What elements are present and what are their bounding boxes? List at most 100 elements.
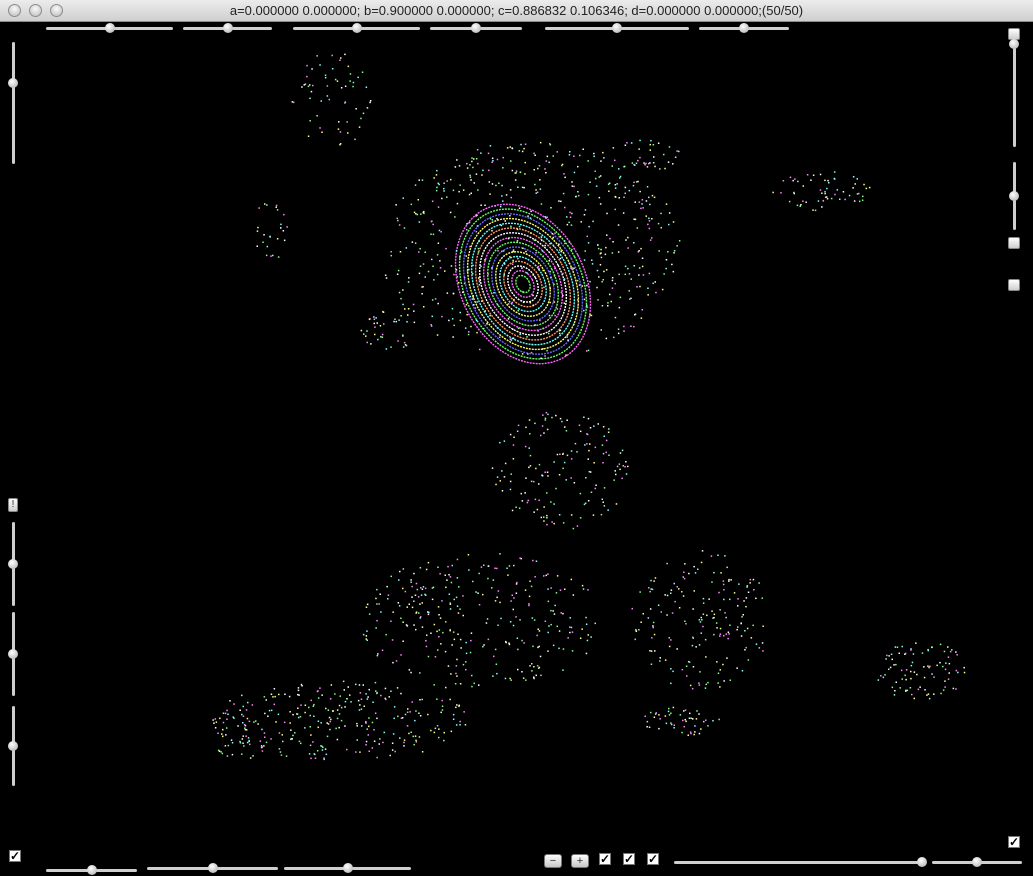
orbit-point (601, 305, 604, 307)
orbit-point (556, 575, 559, 577)
orbit-point (565, 354, 567, 356)
orbit-point (237, 725, 239, 727)
orbit-point (247, 737, 250, 739)
bottom-slider-3[interactable] (284, 862, 411, 874)
orbit-point (548, 625, 550, 627)
orbit-point (558, 235, 561, 238)
orbit-point (303, 84, 305, 86)
right-square-button-3[interactable] (1008, 279, 1020, 291)
orbit-point (799, 205, 801, 207)
orbit-point (780, 192, 782, 194)
orbit-point (451, 318, 454, 320)
orbit-point (339, 131, 342, 133)
orbit-point (310, 757, 312, 760)
orbit-point (577, 191, 579, 193)
top-slider-6[interactable] (699, 22, 789, 34)
orbit-point (672, 221, 675, 223)
orbit-point (410, 731, 412, 733)
bottom-slider-1[interactable] (46, 864, 137, 876)
orbit-point (465, 668, 467, 671)
orbit-point (316, 115, 318, 117)
orbit-point (531, 343, 533, 346)
orbit-point (602, 501, 604, 503)
orbit-point (458, 704, 460, 707)
orbit-point (396, 217, 398, 220)
left-slider-3[interactable] (7, 612, 19, 696)
left-slider-1[interactable] (7, 42, 19, 164)
orbit-point (309, 744, 312, 747)
orbit-point (445, 686, 447, 689)
orbit-point (570, 458, 573, 460)
orbit-point (723, 680, 725, 682)
orbit-point (462, 614, 464, 617)
top-slider-1[interactable] (46, 22, 173, 34)
right-slider-2[interactable] (1008, 162, 1020, 230)
orbit-point (382, 741, 384, 744)
orbit-point (373, 318, 376, 320)
orbit-point (612, 241, 614, 243)
left-slider-4[interactable] (7, 706, 19, 786)
orbit-point (826, 187, 828, 190)
orbit-point (561, 420, 563, 423)
left-slider-2[interactable] (7, 522, 19, 606)
orbit-point (427, 270, 430, 273)
top-slider-2[interactable] (183, 22, 272, 34)
top-slider-5[interactable] (545, 22, 689, 34)
bottom-slider-2[interactable] (147, 862, 278, 874)
orbit-point (424, 251, 426, 253)
orbit-point (586, 304, 588, 307)
orbit-point (683, 710, 685, 712)
orbit-point (331, 68, 334, 70)
orbit-point (630, 142, 633, 144)
orbit-point (608, 182, 611, 184)
orbit-point (939, 643, 942, 646)
checkbox-1[interactable]: ✓ (599, 853, 611, 865)
orbit-point (933, 676, 935, 678)
orbit-point (647, 294, 649, 296)
minus-button[interactable]: − (544, 854, 562, 868)
orbit-point (611, 287, 614, 289)
orbit-point (317, 690, 319, 692)
orbit-point (555, 414, 557, 417)
orbit-point (627, 465, 629, 468)
orbit-point (839, 198, 841, 200)
right-slider-1[interactable] (1008, 39, 1020, 147)
orbit-point (415, 741, 418, 743)
checkbox-2[interactable]: ✓ (623, 853, 635, 865)
orbit-point (533, 511, 535, 513)
orbit-point (685, 720, 687, 723)
orbit-point (227, 713, 229, 715)
orbit-point (328, 716, 331, 719)
orbit-point (562, 669, 564, 671)
checkbox-bottom-right[interactable]: ✓ (1008, 836, 1020, 848)
orbit-point (492, 159, 494, 162)
top-slider-4[interactable] (430, 22, 522, 34)
orbit-point (610, 300, 612, 303)
orbit-point (607, 305, 609, 307)
top-slider-3[interactable] (293, 22, 420, 34)
checkbox-3[interactable]: ✓ (647, 853, 659, 865)
plot-canvas[interactable] (0, 22, 1033, 874)
orbit-point (856, 178, 858, 180)
orbit-point (398, 224, 401, 226)
orbit-point (414, 184, 417, 186)
orbit-point (414, 735, 417, 737)
orbit-point (683, 571, 685, 573)
orbit-point (926, 694, 928, 696)
orbit-point (618, 197, 620, 199)
orbit-point (624, 466, 626, 468)
orbit-point (400, 692, 402, 695)
right-square-button-2[interactable] (1008, 237, 1020, 249)
exclaim-button[interactable]: ! (8, 498, 18, 512)
orbit-point (682, 595, 685, 597)
orbit-point (385, 633, 387, 636)
orbit-point (283, 239, 286, 242)
checkbox-bottom-left[interactable]: ✓ (9, 850, 21, 862)
orbit-point (397, 219, 399, 222)
bottom-slider-4[interactable] (674, 856, 928, 868)
orbit-ring (511, 270, 535, 298)
plus-button[interactable]: + (571, 854, 589, 868)
orbit-point (460, 251, 463, 253)
orbit-point (615, 473, 617, 476)
bottom-slider-5[interactable] (932, 856, 1022, 868)
